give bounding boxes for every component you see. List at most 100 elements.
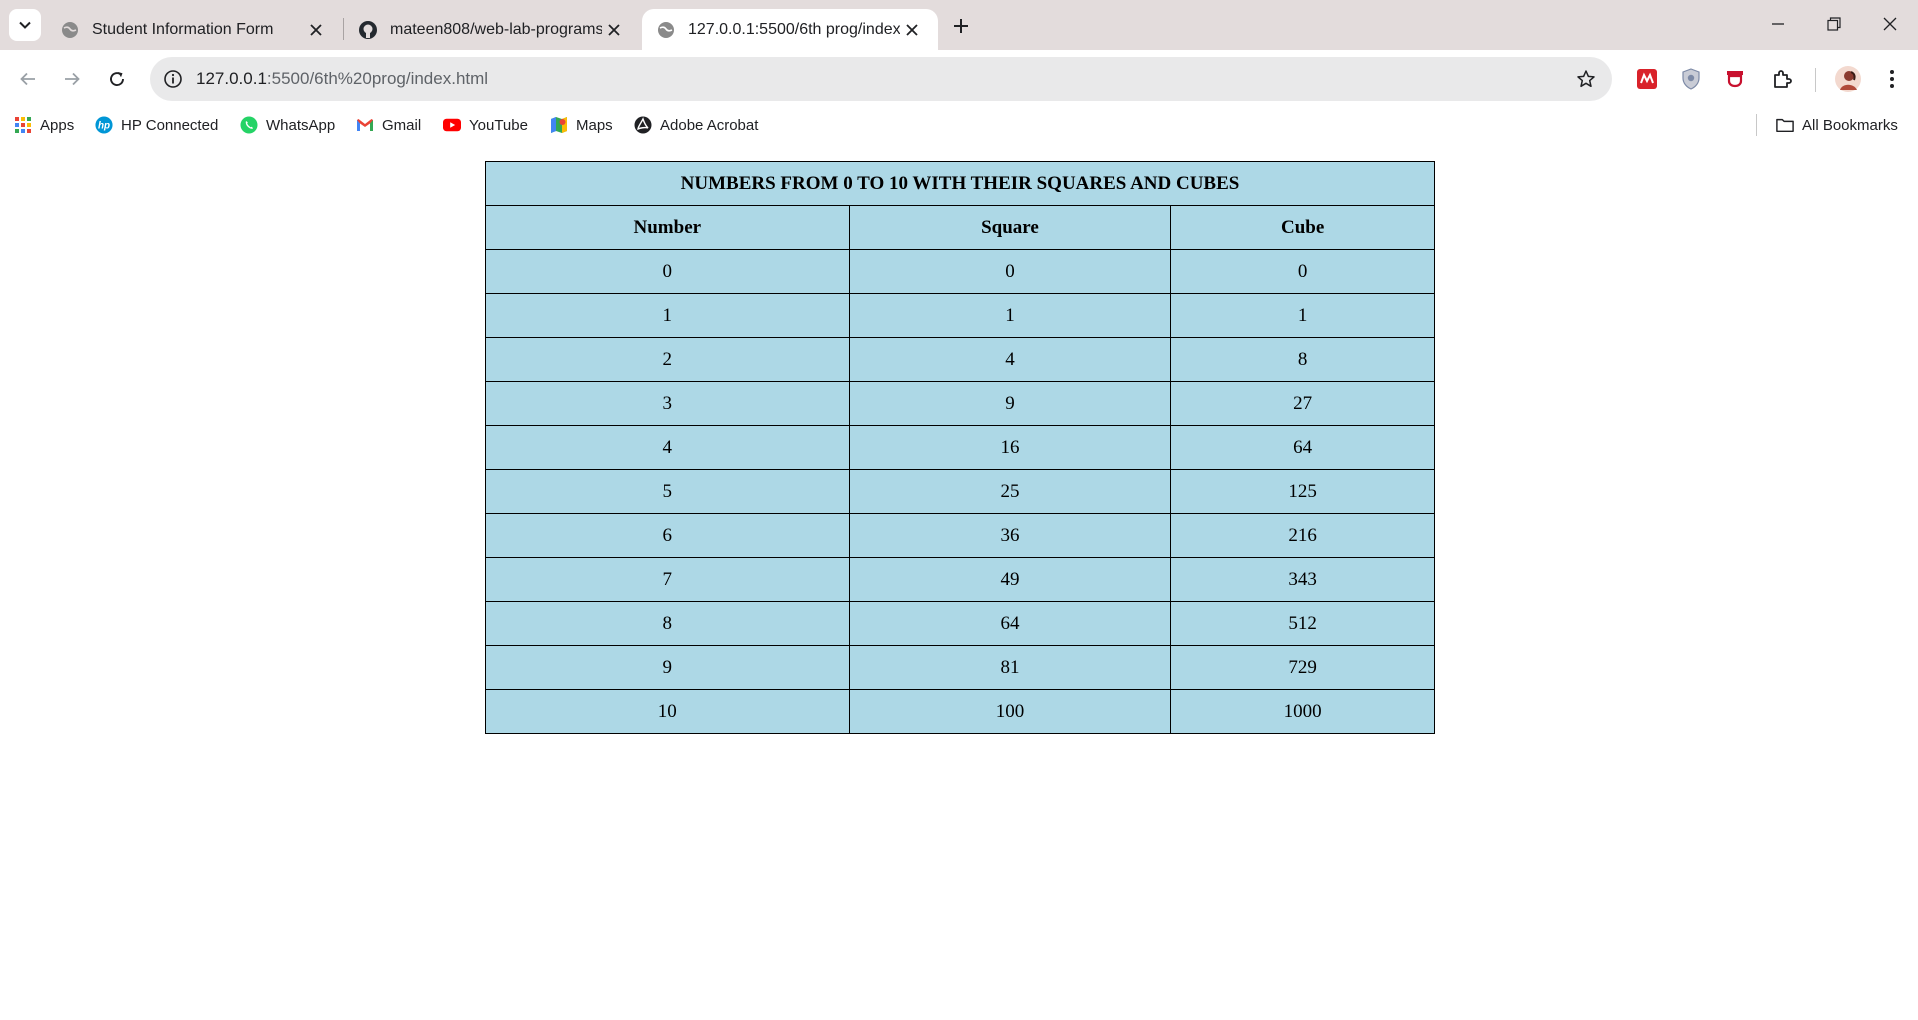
header-cube: Cube bbox=[1170, 205, 1435, 250]
maps-icon bbox=[550, 116, 568, 134]
bookmark-youtube[interactable]: YouTube bbox=[443, 114, 528, 136]
arrow-right-icon bbox=[65, 72, 80, 86]
browser-toolbar: 127.0.0.1:5500/6th%20prog/index.html bbox=[0, 50, 1918, 108]
github-icon bbox=[359, 20, 377, 39]
minimize-icon bbox=[1772, 23, 1784, 25]
shield-icon bbox=[1682, 68, 1700, 90]
star-icon bbox=[1577, 70, 1595, 88]
square-cell: 1 bbox=[848, 293, 1172, 338]
cube-cell: 1 bbox=[1170, 293, 1435, 338]
square-cell: 64 bbox=[848, 601, 1172, 646]
tab-title: Student Information Form bbox=[92, 20, 274, 38]
square-cell: 25 bbox=[848, 469, 1172, 514]
bookmark-label: Adobe Acrobat bbox=[660, 116, 759, 134]
number-cell: 2 bbox=[485, 337, 850, 382]
bookmark-apps[interactable]: Apps bbox=[14, 114, 74, 136]
extensions-menu-button[interactable] bbox=[1766, 63, 1798, 95]
header-number: Number bbox=[485, 205, 850, 250]
reload-button[interactable] bbox=[101, 63, 133, 95]
table-row: 8 64 512 bbox=[485, 601, 1435, 646]
acrobat-icon bbox=[634, 116, 652, 134]
avatar bbox=[1835, 66, 1861, 92]
number-cell: 10 bbox=[485, 689, 850, 734]
tab-student-information-form[interactable]: Student Information Form bbox=[46, 9, 342, 50]
restore-icon bbox=[1827, 17, 1841, 31]
bookmark-whatsapp[interactable]: WhatsApp bbox=[240, 114, 335, 136]
hp-icon: hp bbox=[95, 116, 113, 134]
square-cell: 49 bbox=[848, 557, 1172, 602]
bookmark-maps[interactable]: Maps bbox=[550, 114, 613, 136]
browser-menu-button[interactable] bbox=[1876, 63, 1908, 95]
tab-github-web-lab-programs[interactable]: mateen808/web-lab-programs bbox=[344, 9, 640, 50]
page-content: NUMBERS FROM 0 TO 10 WITH THEIR SQUARES … bbox=[0, 142, 1918, 1020]
bookmark-star-button[interactable] bbox=[1574, 67, 1598, 91]
minimize-button[interactable] bbox=[1750, 4, 1806, 44]
table-row: 248 bbox=[485, 337, 1435, 382]
tab-close-button[interactable] bbox=[304, 18, 328, 42]
site-info-button[interactable] bbox=[162, 68, 184, 90]
bookmarks-bar: Apps hp HP Connected WhatsApp Gmail YouT… bbox=[0, 108, 1918, 142]
address-url[interactable]: 127.0.0.1:5500/6th%20prog/index.html bbox=[196, 69, 488, 89]
address-path: :5500/6th%20prog/index.html bbox=[266, 69, 489, 88]
number-cell: 0 bbox=[485, 249, 850, 294]
number-cell: 5 bbox=[485, 469, 850, 514]
number-cell: 9 bbox=[485, 645, 850, 690]
puzzle-icon bbox=[1774, 70, 1792, 88]
square-cell: 36 bbox=[848, 513, 1172, 558]
tab-index-html[interactable]: 127.0.0.1:5500/6th prog/index.h bbox=[642, 9, 938, 50]
all-bookmarks-button[interactable]: All Bookmarks bbox=[1776, 114, 1898, 136]
tab-close-button[interactable] bbox=[602, 18, 626, 42]
square-cell: 100 bbox=[848, 689, 1172, 734]
svg-text:hp: hp bbox=[98, 121, 110, 132]
chevron-down-icon bbox=[19, 21, 31, 29]
folder-icon bbox=[1776, 116, 1794, 134]
tab-search-button[interactable] bbox=[9, 9, 41, 41]
cube-cell: 64 bbox=[1170, 425, 1435, 470]
close-icon bbox=[906, 23, 918, 36]
extension-pdf-button[interactable] bbox=[1719, 63, 1751, 95]
youtube-icon bbox=[443, 116, 461, 134]
table-row: 000 bbox=[485, 249, 1435, 294]
square-cell: 81 bbox=[848, 645, 1172, 690]
cube-cell: 512 bbox=[1170, 601, 1435, 646]
tab-title: 127.0.0.1:5500/6th prog/index.h bbox=[688, 20, 900, 38]
close-window-button[interactable] bbox=[1862, 4, 1918, 44]
tab-strip: Student Information Form mateen808/web-l… bbox=[0, 0, 1918, 50]
number-cell: 1 bbox=[485, 293, 850, 338]
table-row: 3 9 27 bbox=[485, 381, 1435, 426]
gmail-icon bbox=[356, 116, 374, 134]
arrow-left-icon bbox=[20, 72, 35, 86]
bookmark-adobe-acrobat[interactable]: Adobe Acrobat bbox=[634, 114, 758, 136]
forward-button[interactable] bbox=[56, 63, 88, 95]
close-icon bbox=[608, 23, 620, 36]
cube-cell: 729 bbox=[1170, 645, 1435, 690]
bookmark-label: YouTube bbox=[469, 116, 528, 134]
address-bar[interactable]: 127.0.0.1:5500/6th%20prog/index.html bbox=[150, 57, 1612, 101]
number-cell: 8 bbox=[485, 601, 850, 646]
bookmark-label: Apps bbox=[40, 116, 75, 134]
all-bookmarks-label: All Bookmarks bbox=[1802, 116, 1898, 134]
tab-title: mateen808/web-lab-programs bbox=[390, 20, 602, 38]
new-tab-button[interactable] bbox=[946, 11, 976, 41]
apps-grid-icon bbox=[14, 116, 32, 134]
extension-red-button[interactable] bbox=[1631, 63, 1663, 95]
back-button[interactable] bbox=[12, 63, 44, 95]
numbers-table: NUMBERS FROM 0 TO 10 WITH THEIR SQUARES … bbox=[485, 161, 1435, 734]
globe-icon bbox=[62, 21, 78, 38]
info-icon bbox=[164, 70, 182, 88]
square-cell: 9 bbox=[848, 381, 1172, 426]
number-cell: 3 bbox=[485, 381, 850, 426]
whatsapp-icon bbox=[240, 116, 258, 134]
cube-cell: 27 bbox=[1170, 381, 1435, 426]
bookmark-hp-connected[interactable]: hp HP Connected bbox=[95, 114, 218, 136]
table-row: 4 16 64 bbox=[485, 425, 1435, 470]
extension-shield-button[interactable] bbox=[1675, 63, 1707, 95]
bookmark-gmail[interactable]: Gmail bbox=[356, 114, 421, 136]
header-square: Square bbox=[848, 205, 1172, 250]
cube-cell: 125 bbox=[1170, 469, 1435, 514]
restore-button[interactable] bbox=[1806, 4, 1862, 44]
profile-avatar-button[interactable] bbox=[1832, 63, 1864, 95]
table-row: 111 bbox=[485, 293, 1435, 338]
tab-close-button[interactable] bbox=[900, 18, 924, 42]
table-caption-row: NUMBERS FROM 0 TO 10 WITH THEIR SQUARES … bbox=[485, 161, 1435, 206]
